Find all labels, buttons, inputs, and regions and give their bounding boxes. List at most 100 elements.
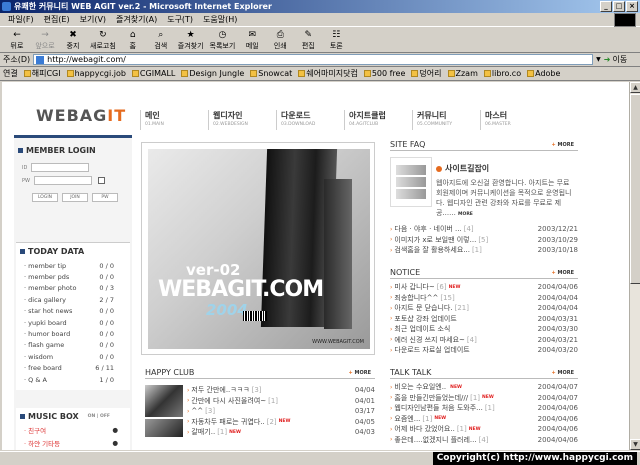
talk-more-link[interactable]: + MORE — [552, 370, 574, 376]
toolbar-button[interactable]: ✉ 메일 — [241, 29, 263, 51]
vertical-scrollbar[interactable]: ▲ ▼ — [629, 82, 640, 450]
toolbar-button[interactable]: ⌕ 검색 — [150, 29, 172, 51]
login-button[interactable]: JOIN — [62, 193, 88, 202]
today-row[interactable]: · yupki board 0 / 0 — [16, 317, 130, 328]
link-item[interactable]: happycgi.job — [66, 69, 126, 78]
scroll-up-icon[interactable]: ▲ — [630, 82, 640, 93]
link-item[interactable]: CGIMALL — [131, 69, 175, 78]
menu-item[interactable]: 도움말(H) — [203, 14, 237, 25]
list-item[interactable]: › 에러 신경 쓰지 마세요~ [4] 2004/03/21 — [390, 335, 578, 346]
menu-item[interactable]: 편집(E) — [44, 14, 70, 25]
list-item[interactable]: › 아지트 문 닫습니다. [21] 2004/04/04 — [390, 303, 578, 314]
list-item[interactable]: › 웹디자인남편들 처음 도와주... [1] 2004/04/06 — [390, 403, 578, 414]
address-input[interactable]: http://webagit.com/ — [33, 54, 594, 65]
faq-text-more-link[interactable]: MORE — [458, 212, 473, 217]
list-item[interactable]: › 다운로드 자료실 업데이트 2004/03/20 — [390, 345, 578, 356]
toolbar-button[interactable]: ⌂ 홈 — [122, 29, 144, 51]
music-play-icon[interactable]: ● — [112, 426, 118, 434]
toolbar-button[interactable]: ✎ 편집 — [297, 29, 319, 51]
music-row[interactable]: · 친구여 ● — [16, 423, 130, 436]
list-item[interactable]: › 이미지가 x로 보일땐 이렇... [5] 2003/10/29 — [390, 235, 578, 246]
today-row[interactable]: · member tip 0 / 0 — [16, 260, 130, 271]
list-item[interactable]: › 어제 바다 갔었어요.. [1] NEW 2004/04/06 — [390, 424, 578, 435]
list-item[interactable]: › 비오는 수요일엔.. NEW 2004/04/07 — [390, 382, 578, 393]
link-item[interactable]: Snowcat — [250, 69, 292, 78]
menu-item[interactable]: 도구(T) — [167, 14, 193, 25]
link-item[interactable]: Zzam — [447, 69, 478, 78]
nav-item[interactable]: 아지트클럽 04.AGITCLUB — [344, 110, 412, 130]
link-item[interactable]: libro.co — [483, 69, 521, 78]
nav-item[interactable]: 커뮤니티 05.COMMUNITY — [412, 110, 480, 130]
scroll-down-icon[interactable]: ▼ — [630, 439, 640, 450]
today-row[interactable]: · flash game 0 / 0 — [16, 340, 130, 351]
happy-more-link[interactable]: + MORE — [349, 370, 371, 376]
notice-more-link[interactable]: + MORE — [552, 270, 574, 276]
hero-year: 2004 — [206, 301, 248, 319]
list-item[interactable]: › 미사 갑니다~ [6] NEW 2004/04/06 — [390, 282, 578, 293]
nav-item[interactable]: 마스터 06.MASTER — [480, 110, 548, 130]
scroll-thumb[interactable] — [630, 94, 640, 284]
toolbar-button[interactable]: ← 뒤로 — [6, 29, 28, 51]
nav-item[interactable]: 다운로드 03.DOWNLOAD — [276, 110, 344, 130]
toolbar-button[interactable]: ◷ 목록보기 — [210, 29, 236, 51]
faq-more-link[interactable]: + MORE — [552, 142, 574, 148]
today-row[interactable]: · Q & A 1 / 0 — [16, 374, 130, 385]
list-item[interactable]: › 홈을 만들긴만들었는데///[1] NEW 2004/04/07 — [390, 393, 578, 404]
list-item[interactable]: › 간만에 다시 사진올려여~ [1] 04/01 — [187, 396, 375, 407]
list-item[interactable]: › 다음 · 야후 · 네이버 ... [4] 2003/12/21 — [390, 224, 578, 235]
pw-input[interactable] — [33, 176, 92, 185]
link-label: Design Jungle — [189, 69, 245, 78]
list-item[interactable]: › 자동차두 패로는 귀엽다.. [2] NEW 04/05 — [187, 417, 375, 428]
link-item[interactable]: 해피CGI — [23, 68, 61, 79]
login-button[interactable]: LOGIN — [32, 193, 58, 202]
save-checkbox[interactable] — [97, 177, 105, 184]
list-item[interactable]: › 최근 업데이트 소식 2004/03/30 — [390, 324, 578, 335]
nav-item[interactable]: 메인 01.MAIN — [140, 110, 208, 130]
today-row[interactable]: · free board 6 / 11 — [16, 363, 130, 374]
login-button[interactable]: PW — [92, 193, 118, 202]
link-item[interactable]: 덩어리 — [411, 68, 442, 79]
list-item[interactable]: › 저두 간만에..ㅋㅋㅋ [3] 04/04 — [187, 385, 375, 396]
go-button[interactable]: ➜ 이동 — [604, 54, 627, 65]
toolbar-button[interactable]: ⎙ 인쇄 — [269, 29, 291, 51]
close-button[interactable]: × — [626, 1, 638, 12]
toolbar-button[interactable]: ★ 즐겨찾기 — [178, 29, 204, 51]
list-item[interactable]: › ^^ [3] 03/17 — [187, 406, 375, 417]
music-play-icon[interactable]: ● — [112, 439, 118, 447]
link-item[interactable]: 쉐어마미지닷컴 — [298, 68, 358, 79]
toolbar-button[interactable]: → 앞으로 — [34, 29, 56, 51]
address-dropdown-icon[interactable]: ▼ — [596, 56, 601, 63]
menu-item[interactable]: 즐겨찾기(A) — [116, 14, 157, 25]
nav-item[interactable]: 웹디자인 02.WEBDESIGN — [208, 110, 276, 130]
club-photo[interactable] — [145, 419, 183, 437]
music-row[interactable]: · 하얀 기타등 ● — [16, 436, 130, 449]
list-item[interactable]: › 죄송합니다^^ [15] 2004/04/04 — [390, 293, 578, 304]
list-item[interactable]: › 검색홈을 잘 활용하세요... [1] 2003/10/18 — [390, 245, 578, 256]
list-item[interactable]: › 요즘엔... [1] NEW 2004/04/06 — [390, 414, 578, 425]
today-row[interactable]: · star hot news 0 / 0 — [16, 306, 130, 317]
today-row[interactable]: · member photo 0 / 3 — [16, 283, 130, 294]
address-url: http://webagit.com/ — [47, 55, 126, 64]
list-item[interactable]: › 포토샵 강좌 업데이트 2004/03/31 — [390, 314, 578, 325]
toolbar-button[interactable]: ✖ 중지 — [62, 29, 84, 51]
today-row[interactable]: · member pds 0 / 0 — [16, 271, 130, 282]
link-item[interactable]: 500 free — [363, 69, 405, 78]
list-item[interactable]: › 갈매기.. [1] NEW 04/03 — [187, 427, 375, 438]
club-photo[interactable] — [145, 385, 183, 417]
menu-item[interactable]: 보기(V) — [80, 14, 106, 25]
toolbar-button[interactable]: ↻ 새로고침 — [90, 29, 116, 51]
nav-label: 다운로드 — [281, 111, 311, 120]
today-row[interactable]: · wisdom 0 / 0 — [16, 351, 130, 362]
maximize-button[interactable]: □ — [613, 1, 625, 12]
link-item[interactable]: Adobe — [527, 69, 560, 78]
menu-item[interactable]: 파일(F) — [8, 14, 34, 25]
link-item[interactable]: Design Jungle — [181, 69, 244, 78]
today-row[interactable]: · dica gallery 2 / 7 — [16, 294, 130, 305]
minimize-button[interactable]: _ — [600, 1, 612, 12]
id-input[interactable] — [31, 163, 90, 172]
site-logo[interactable]: WEBAGIT — [36, 106, 126, 125]
list-item[interactable]: › 좋은데....없겠지니 플러레... [4] 2004/04/06 — [390, 435, 578, 446]
today-row[interactable]: · humor board 0 / 0 — [16, 328, 130, 339]
toolbar-button[interactable]: ☷ 토론 — [325, 29, 347, 51]
music-onoff[interactable]: ON | OFF — [88, 414, 110, 419]
